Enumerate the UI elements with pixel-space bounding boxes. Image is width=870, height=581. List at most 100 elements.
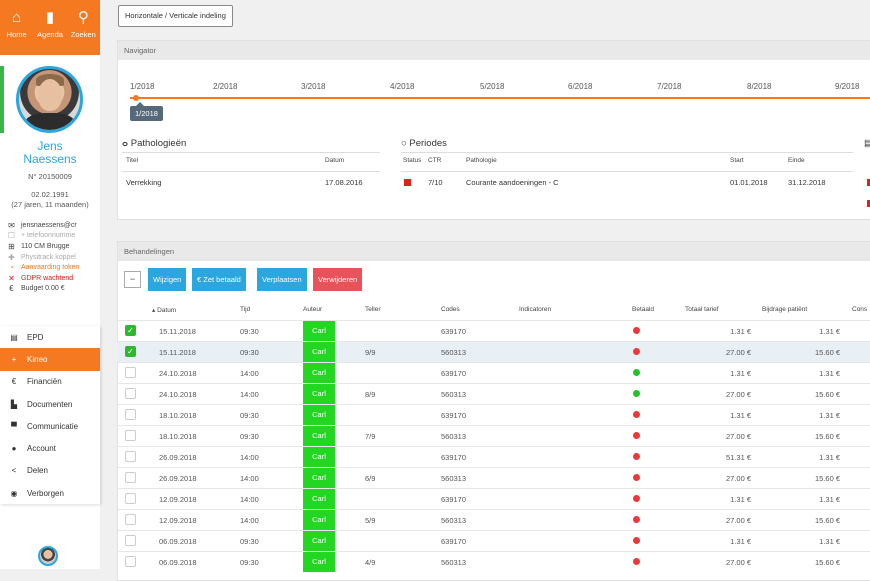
- cell-tijd: 09:30: [240, 327, 259, 336]
- contact-item[interactable]: ✕ GDPR wachtend: [6, 273, 98, 284]
- cell-bijdrage: 1.31 €: [819, 327, 840, 336]
- cell-totaal: 27.00 €: [725, 432, 751, 441]
- contact-item[interactable]: ☐ + telefoonnumme: [6, 231, 98, 242]
- wijzigen-button[interactable]: Wijzigen: [148, 268, 187, 291]
- col-tijd-header[interactable]: Tijd: [240, 306, 250, 313]
- avatar[interactable]: [16, 66, 83, 133]
- table-row[interactable]: 24.10.2018 14:00 Carl 639170 1.31 € 1.31 €: [117, 362, 870, 383]
- timeline-month[interactable]: 8/2018: [747, 82, 771, 91]
- periode-pathologie[interactable]: Courante aandoeningen - C: [466, 178, 559, 187]
- contact-item[interactable]: ✉ jensnaessens@cr: [6, 220, 98, 231]
- table-row[interactable]: 12.09.2018 14:00 Carl 639170 1.31 € 1.31 €: [117, 488, 870, 509]
- menu-item-communicatie[interactable]: ▀ Communicatie: [0, 415, 100, 437]
- row-checkbox[interactable]: [125, 388, 136, 399]
- timeline-month[interactable]: 4/2018: [390, 82, 414, 91]
- row-checkbox[interactable]: [125, 451, 136, 462]
- verwijderen-button[interactable]: Verwijderen: [313, 268, 363, 291]
- periodes-title: ○ Periodes: [401, 138, 447, 149]
- col-auteur-header[interactable]: Auteur: [303, 306, 322, 313]
- collapse-button[interactable]: −: [124, 271, 141, 288]
- nav-home[interactable]: ⌂ Home: [0, 0, 33, 55]
- row-checkbox[interactable]: [125, 430, 136, 441]
- row-checkbox[interactable]: [125, 535, 136, 546]
- row-checkbox[interactable]: [125, 367, 136, 378]
- table-row[interactable]: 24.10.2018 14:00 Carl 8/9 560313 27.00 € 15.60…: [117, 383, 870, 404]
- table-row[interactable]: ✓ 15.11.2018 09:30 Carl 9/9 560313 27.00 € 15.6…: [117, 341, 870, 362]
- cell-auteur: Carl: [303, 426, 335, 446]
- contact-item[interactable]: € Budget 0.00 €: [6, 284, 98, 295]
- cell-bijdrage: 15.60 €: [814, 516, 840, 525]
- timeline-month[interactable]: 9/2018: [835, 82, 859, 91]
- cell-code: 639170: [441, 369, 467, 378]
- timeline-handle[interactable]: [133, 95, 139, 101]
- contact-item[interactable]: ✚ Physitrack koppel: [6, 252, 98, 263]
- col-einde: Einde: [788, 157, 805, 164]
- table-row[interactable]: 18.10.2018 09:30 Carl 7/9 560313 27.00 € 15.60…: [117, 425, 870, 446]
- row-checkbox[interactable]: [125, 556, 136, 567]
- col-cons-header[interactable]: Cons: [852, 306, 867, 313]
- col-totaal-header[interactable]: Totaal tarief: [685, 306, 719, 313]
- cell-tijd: 09:30: [240, 411, 259, 420]
- cell-tijd: 14:00: [240, 390, 259, 399]
- col-datum: Datum: [325, 157, 345, 164]
- row-checkbox[interactable]: ✓: [125, 325, 136, 336]
- menu-item-kineo[interactable]: + Kineo: [0, 348, 100, 371]
- timeline-month[interactable]: 2/2018: [213, 82, 237, 91]
- status-indicator: [404, 179, 411, 186]
- menu-item-epd[interactable]: ▤ EPD: [0, 326, 100, 348]
- table-row[interactable]: 12.09.2018 14:00 Carl 5/9 560313 27.00 € 15.60…: [117, 509, 870, 530]
- row-checkbox[interactable]: [125, 409, 136, 420]
- menu-item-account[interactable]: ● Account: [0, 437, 100, 459]
- pathologie-titel[interactable]: Verrekking: [126, 178, 161, 187]
- col-indicatoren-header[interactable]: Indicatoren: [519, 306, 551, 313]
- layout-toggle-button[interactable]: Horizontale / Verticale indeling: [118, 5, 233, 27]
- contact-item[interactable]: ◔ Aanvaarding token: [6, 262, 98, 273]
- row-checkbox[interactable]: [125, 514, 136, 525]
- cell-auteur: Carl: [303, 405, 335, 425]
- timeline-month[interactable]: 7/2018: [657, 82, 681, 91]
- nav-zoeken[interactable]: ⚲ Zoeken: [67, 0, 100, 55]
- row-checkbox[interactable]: [125, 493, 136, 504]
- timeline-month[interactable]: 1/2018: [130, 82, 154, 91]
- betaald-indicator: [633, 516, 640, 523]
- nav-agenda[interactable]: ▮ Agenda: [33, 0, 66, 55]
- row-checkbox[interactable]: [125, 472, 136, 483]
- verplaatsen-button[interactable]: Verplaatsen: [257, 268, 307, 291]
- menu-item-verborgen[interactable]: ◉ Verborgen: [0, 482, 100, 504]
- col-datum-header[interactable]: ▴ Datum: [152, 306, 176, 314]
- betaald-indicator: [633, 348, 640, 355]
- timeline-month[interactable]: 5/2018: [480, 82, 504, 91]
- cell-tijd: 14:00: [240, 369, 259, 378]
- cell-tijd: 14:00: [240, 516, 259, 525]
- cell-totaal: 27.00 €: [725, 474, 751, 483]
- cell-auteur: Carl: [303, 531, 335, 551]
- physiotrack-icon: ✚: [8, 252, 15, 262]
- cell-datum: 24.10.2018: [159, 390, 197, 399]
- zet-betaald-button[interactable]: € Zet betaald: [192, 268, 246, 291]
- contact-item[interactable]: ⊞ 110 CM Brugge: [6, 241, 98, 252]
- user-icon: ●: [11, 444, 17, 454]
- navigator-panel: Navigator 1/2018 1/2018 2/2018 3/2018 4/201…: [117, 40, 870, 220]
- col-codes-header[interactable]: Codes: [441, 306, 460, 313]
- row-checkbox[interactable]: ✓: [125, 346, 136, 357]
- col-bijdrage-header[interactable]: Bijdrage patiënt: [762, 306, 807, 313]
- table-row[interactable]: ✓ 15.11.2018 09:30 Carl 639170 1.31 € 1.31 €: [117, 320, 870, 341]
- table-row[interactable]: 26.09.2018 14:00 Carl 639170 51.31 € 1.31 €: [117, 446, 870, 467]
- timeline-month[interactable]: 3/2018: [301, 82, 325, 91]
- betaald-indicator: [633, 432, 640, 439]
- cell-totaal: 1.31 €: [730, 537, 751, 546]
- menu-item-delen[interactable]: < Delen: [0, 460, 100, 482]
- cell-auteur: Carl: [303, 384, 335, 404]
- col-betaald-header[interactable]: Betaald: [632, 306, 654, 313]
- col-teller-header[interactable]: Teller: [365, 306, 381, 313]
- table-row[interactable]: 26.09.2018 14:00 Carl 6/9 560313 27.00 € 15.60…: [117, 467, 870, 488]
- cell-datum: 15.11.2018: [159, 327, 196, 336]
- periode-ctr: 7/10: [428, 178, 443, 187]
- menu-item-documenten[interactable]: ▙ Documenten: [0, 393, 100, 415]
- menu-item-financiën[interactable]: € Financiën: [0, 371, 100, 393]
- timeline-month[interactable]: 6/2018: [568, 82, 592, 91]
- table-row[interactable]: 18.10.2018 09:30 Carl 639170 1.31 € 1.31 €: [117, 404, 870, 425]
- cell-datum: 18.10.2018: [159, 432, 197, 441]
- table-row[interactable]: 06.09.2018 09:30 Carl 639170 1.31 € 1.31 €: [117, 530, 870, 551]
- user-avatar[interactable]: [38, 546, 58, 566]
